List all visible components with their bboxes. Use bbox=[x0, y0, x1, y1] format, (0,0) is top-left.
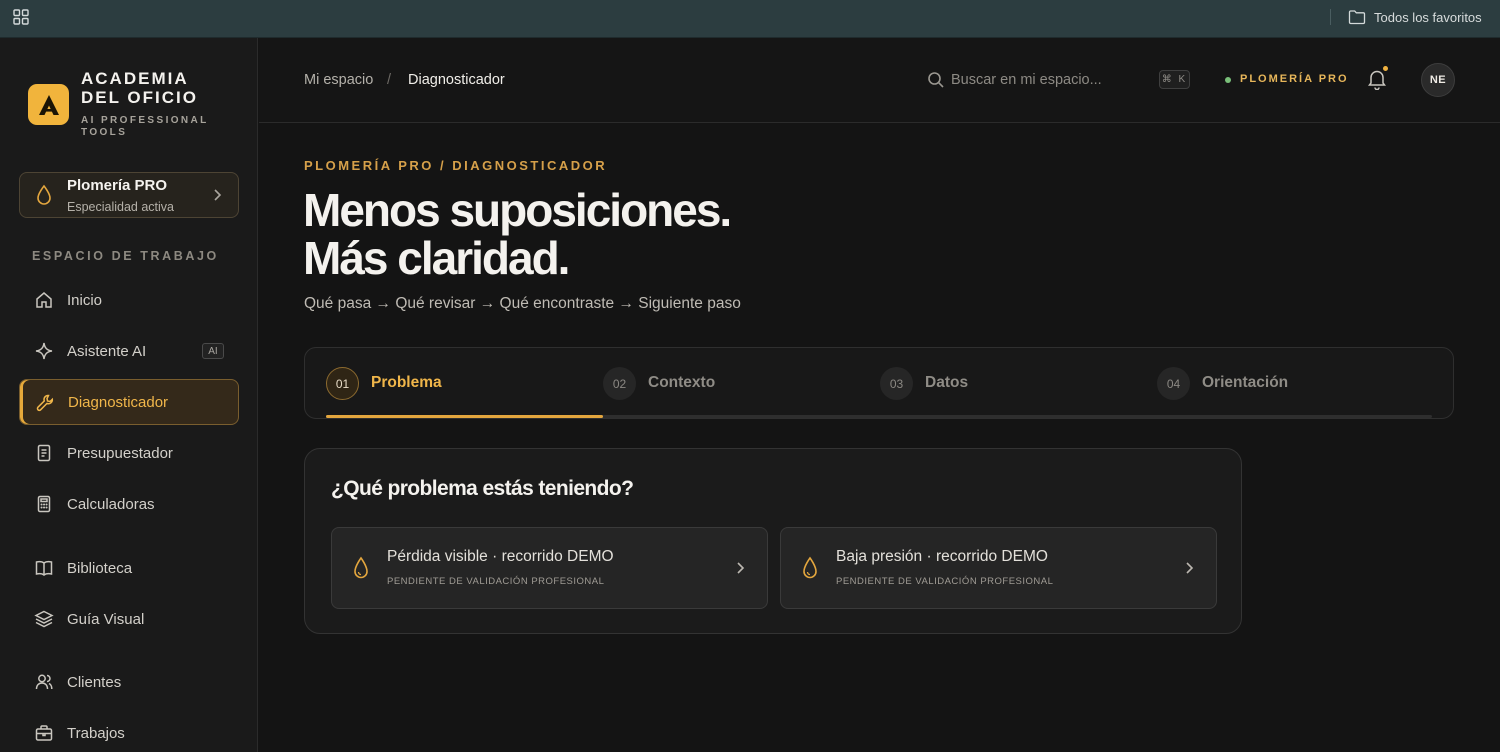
step-number: 01 bbox=[326, 367, 359, 400]
problem-question-card: ¿Qué problema estás teniendo? Pérdida vi… bbox=[304, 448, 1242, 634]
brand-name-line2: DEL OFICIO bbox=[81, 88, 198, 107]
step-number: 03 bbox=[880, 367, 913, 400]
folder-icon bbox=[1348, 10, 1366, 25]
breadcrumb-separator: / bbox=[387, 72, 392, 88]
sidebar-item-label: Clientes bbox=[67, 673, 122, 691]
chevron-right-icon bbox=[1186, 562, 1194, 574]
sidebar-item-label: Presupuestador bbox=[67, 444, 173, 462]
briefcase-icon bbox=[35, 725, 53, 741]
sidebar-item-diagnosticador[interactable]: Diagnosticador bbox=[19, 379, 239, 425]
option-status: PENDIENTE DE VALIDACIÓN PROFESIONAL bbox=[836, 576, 1054, 587]
layers-icon bbox=[34, 610, 54, 628]
ai-badge: AI bbox=[202, 343, 224, 359]
progress-track bbox=[326, 415, 1432, 418]
apps-grid-icon[interactable] bbox=[12, 8, 30, 26]
user-avatar[interactable]: NE bbox=[1421, 63, 1455, 97]
sidebar-item-label: Biblioteca bbox=[67, 559, 133, 577]
home-icon bbox=[36, 292, 52, 308]
sidebar-item-clientes[interactable]: Clientes bbox=[19, 659, 239, 705]
sparkle-icon bbox=[35, 342, 53, 360]
search-shortcut-hint: ⌘ K bbox=[1159, 70, 1190, 89]
water-drop-icon bbox=[803, 556, 817, 579]
document-icon bbox=[37, 444, 51, 462]
sidebar-item-label: Trabajos bbox=[67, 724, 125, 742]
favorites-bar: Todos los favoritos bbox=[0, 0, 1500, 38]
brand-name-line1: ACADEMIA bbox=[81, 69, 189, 88]
water-drop-icon bbox=[37, 184, 51, 205]
option-status: PENDIENTE DE VALIDACIÓN PROFESIONAL bbox=[387, 576, 605, 587]
all-favorites-label: Todos los favoritos bbox=[1374, 9, 1482, 25]
sidebar-item-asistente-ai[interactable]: Asistente AI AI bbox=[19, 328, 239, 374]
brand-tagline: AI PROFESSIONAL TOOLS bbox=[81, 115, 209, 138]
sidebar-item-trabajos[interactable]: Trabajos bbox=[19, 710, 239, 752]
top-header: Mi espacio / Diagnosticador ⌘ K PLOMERÍA… bbox=[259, 38, 1500, 123]
step-label: Problema bbox=[371, 374, 442, 391]
notifications-bell-icon[interactable] bbox=[1367, 68, 1387, 90]
step-orientacion[interactable]: 04 Orientación bbox=[1136, 348, 1413, 420]
sidebar-item-presupuestador[interactable]: Presupuestador bbox=[19, 430, 239, 476]
specialty-subtitle: Especialidad activa bbox=[67, 200, 175, 214]
search-input[interactable] bbox=[951, 68, 1151, 92]
step-label: Orientación bbox=[1202, 374, 1289, 391]
step-contexto[interactable]: 02 Contexto bbox=[582, 348, 859, 420]
search-icon bbox=[928, 72, 944, 88]
progress-fill bbox=[326, 415, 603, 418]
sidebar-item-label: Asistente AI bbox=[67, 342, 147, 360]
book-icon bbox=[35, 560, 53, 576]
sidebar-item-guia-visual[interactable]: Guía Visual bbox=[19, 596, 239, 642]
sidebar-item-calculadoras[interactable]: Calculadoras bbox=[19, 481, 239, 527]
sidebar-item-label: Calculadoras bbox=[67, 495, 155, 513]
chevron-right-icon bbox=[214, 189, 222, 201]
calculator-icon bbox=[37, 495, 51, 513]
option-baja-presion[interactable]: Baja presión · recorrido DEMO PENDIENTE … bbox=[780, 527, 1217, 609]
all-favorites-button[interactable]: Todos los favoritos bbox=[1348, 7, 1482, 27]
breadcrumb-current: Diagnosticador bbox=[408, 72, 505, 88]
option-perdida-visible[interactable]: Pérdida visible · recorrido DEMO PENDIEN… bbox=[331, 527, 768, 609]
step-number: 02 bbox=[603, 367, 636, 400]
logo-a-icon bbox=[38, 94, 59, 115]
sidebar-item-label: Diagnosticador bbox=[68, 393, 169, 411]
option-title: Pérdida visible · recorrido DEMO bbox=[387, 548, 614, 565]
water-drop-icon bbox=[354, 556, 368, 579]
users-icon bbox=[35, 674, 53, 690]
step-label: Datos bbox=[925, 374, 969, 391]
specialty-status-label: PLOMERÍA PRO bbox=[1240, 73, 1349, 85]
step-label: Contexto bbox=[648, 374, 716, 391]
wrench-icon bbox=[36, 394, 54, 412]
diagnostic-stepper: 01 Problema 02 Contexto 03 Datos 04 Orie… bbox=[304, 347, 1454, 419]
specialty-selector[interactable]: Plomería PRO Especialidad activa bbox=[19, 172, 239, 218]
step-datos[interactable]: 03 Datos bbox=[859, 348, 1136, 420]
workspace-section-label: ESPACIO DE TRABAJO bbox=[32, 249, 219, 263]
sidebar-item-label: Guía Visual bbox=[67, 610, 145, 628]
sidebar-item-biblioteca[interactable]: Biblioteca bbox=[19, 545, 239, 591]
section-eyebrow: PLOMERÍA PRO / DIAGNOSTICADOR bbox=[304, 158, 608, 173]
sidebar: ACADEMIA DEL OFICIO AI PROFESSIONAL TOOL… bbox=[0, 38, 258, 752]
step-number: 04 bbox=[1157, 367, 1190, 400]
favorites-divider bbox=[1330, 9, 1331, 25]
chevron-right-icon bbox=[737, 562, 745, 574]
status-indicator-dot bbox=[1225, 77, 1231, 83]
brand-logo[interactable] bbox=[28, 84, 69, 125]
specialty-title: Plomería PRO bbox=[67, 177, 168, 194]
sidebar-item-inicio[interactable]: Inicio bbox=[19, 277, 239, 323]
notification-dot bbox=[1383, 66, 1388, 71]
page-title-line2: Más claridad. bbox=[303, 232, 570, 284]
step-problema[interactable]: 01 Problema bbox=[305, 348, 582, 420]
sidebar-item-label: Inicio bbox=[67, 291, 103, 309]
question-title: ¿Qué problema estás teniendo? bbox=[331, 477, 634, 500]
page-title-line1: Menos suposiciones. bbox=[303, 184, 732, 236]
option-title: Baja presión · recorrido DEMO bbox=[836, 548, 1048, 565]
flow-description: Qué pasa → Qué revisar → Qué encontraste… bbox=[304, 295, 741, 312]
breadcrumb-mi-espacio[interactable]: Mi espacio bbox=[304, 72, 373, 88]
